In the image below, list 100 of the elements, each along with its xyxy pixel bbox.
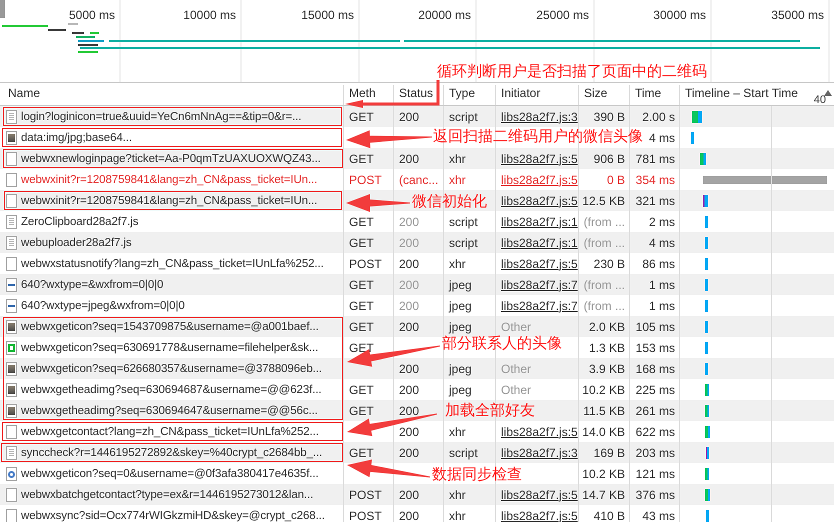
timing-bar [705,468,709,480]
method-text: GET [349,340,374,354]
column-header[interactable]: Initiator [495,85,578,105]
time-text: 321 ms [636,194,675,208]
request-name[interactable]: webwxnewloginpage?ticket=Aa-P0qmTzUAXUOXWQZ43... [21,152,321,164]
initiator-link[interactable]: libs28a2f7.js:5 [501,424,578,438]
column-header[interactable]: Time [629,85,679,105]
timing-bar [706,510,709,522]
request-name[interactable]: ZeroClipboard28a2f7.js [21,216,138,228]
size-text: 2.0 KB [588,320,625,334]
method-text: GET [349,446,374,460]
request-name[interactable]: webwxgeticon?seq=626680357&username=@3788096eb... [21,362,322,374]
initiator-link[interactable]: libs28a2f7.js:5 [501,172,578,186]
type-text: xhr [449,256,466,270]
time-text: 43 ms [642,508,675,522]
status-text: 200 [399,256,420,270]
initiator-link[interactable]: libs28a2f7.js:5 [501,152,578,166]
request-name[interactable]: webwxsync?sid=Ocx774rWIGkzmiHD&skey=@crypt_c268... [21,510,325,522]
arrow [346,194,410,212]
time-text: 1 ms [648,298,675,312]
lined-page-icon [6,236,17,250]
time-text: 2 ms [648,214,675,228]
timing-bar [705,405,709,417]
target-icon [6,466,17,480]
page-icon [6,424,17,438]
scale-label: 40 [814,94,826,106]
type-text: xhr [449,424,466,438]
initiator-link[interactable]: libs28a2f7.js:7 [501,278,578,292]
initiator-link[interactable]: libs28a2f7.js:5 [501,488,578,502]
initiator-link[interactable]: libs28a2f7.js:5 [501,194,578,208]
request-name[interactable]: webwxgetcontact?lang=zh_CN&pass_ticket=IUnLfa%252... [21,426,319,438]
tick-label: 10000 ms [183,8,236,22]
size-text: 11.5 KB [583,404,625,418]
column-header[interactable]: Type [443,85,495,105]
tick-label: 30000 ms [653,8,706,22]
timing-bar [705,216,708,228]
page-icon [6,488,17,502]
status-text: 200 [399,404,420,418]
method-text: GET [349,236,374,250]
type-text: script [449,214,478,228]
size-text: 230 B [594,256,625,270]
time-text: 1 ms [648,278,675,292]
request-name[interactable]: login?loginicon=true&uuid=YeCn6mNnAg==&tip=0&r=... [21,110,302,122]
column-header[interactable]: Status [393,85,443,105]
request-name[interactable]: webwxinit?r=1208759841&lang=zh_CN&pass_ticket=IUn... [21,194,318,206]
type-text: xhr [449,152,466,166]
annotation-text: 数据同步检查 [432,465,522,484]
method-text: GET [349,404,374,418]
size-text: 12.5 KB [582,194,625,208]
request-name[interactable]: webuploader28a2f7.js [21,236,132,248]
status-text: 200 [399,298,420,312]
time-text: 153 ms [636,340,675,354]
type-text: script [449,110,478,124]
method-text: GET [349,298,374,312]
request-name[interactable]: webwxgetheadimg?seq=630694647&username=@@56c... [21,404,318,416]
request-name[interactable]: data:img/jpg;base64... [21,132,132,144]
request-name[interactable]: 640?wxtype=jpeg&wxfrom=0|0|0 [21,300,185,312]
request-name[interactable]: 640?wxtype=&wxfrom=0|0|0 [21,278,164,290]
initiator-link[interactable]: libs28a2f7.js:5 [501,508,578,522]
column-header[interactable]: Name [0,85,343,105]
request-name[interactable]: webwxgeticon?seq=1543709875&username=@a001baef... [21,320,319,332]
request-name[interactable]: webwxgeticon?seq=630691778&username=filehelper&sk... [21,342,318,354]
tick-label: 5000 ms [68,8,115,22]
request-name[interactable]: webwxbatchgetcontact?type=ex&r=1446195273012&lan... [21,488,314,500]
status-text: 200 [399,508,420,522]
method-text: POST [349,488,382,502]
status-text: 200 [399,382,420,396]
request-name[interactable]: webwxgetheadimg?seq=630694687&username=@@623f... [21,384,322,396]
timing-bar [692,111,702,123]
status-text: 200 [399,152,420,166]
tick-label: 20000 ms [418,8,471,22]
column-header[interactable]: Size [578,85,629,105]
initiator-link[interactable]: libs28a2f7.js:1 [501,214,578,228]
timing-bar [705,321,708,333]
initiator-link[interactable]: libs28a2f7.js:7 [501,298,578,312]
page-icon [6,508,17,522]
request-name[interactable]: webwxgeticon?seq=0&username=@0f3afa380417e4635f... [21,468,319,480]
initiator-link[interactable]: libs28a2f7.js:1 [501,236,578,250]
status-text: 200 [399,278,420,292]
initiator-text: Other [501,382,532,396]
type-text: jpeg [449,298,472,312]
timing-bar [705,489,710,501]
timing-bar [705,342,708,354]
request-name[interactable]: webwxstatusnotify?lang=zh_CN&pass_ticket=IUnLfa%252... [21,258,324,270]
size-text: 10.2 KB [582,466,625,480]
request-name[interactable]: synccheck?r=1446195272892&skey=%40crypt_c2684bb_... [21,446,322,458]
annotation-text: 部分联系人的头像 [442,334,562,353]
thumbnail-icon [6,362,17,376]
size-text: 10.2 KB [582,382,625,396]
initiator-link[interactable]: libs28a2f7.js:3 [501,446,578,460]
page-icon [6,172,17,186]
request-name[interactable]: webwxinit?r=1208759841&lang=zh_CN&pass_ticket=IUn... [21,174,318,186]
lined-page-icon [6,110,17,124]
initiator-link[interactable]: libs28a2f7.js:5 [501,256,578,270]
initiator-link[interactable]: libs28a2f7.js:3 [501,110,578,124]
time-text: 354 ms [636,172,675,186]
timing-bar [705,279,708,291]
scrollbar-thumb[interactable] [0,0,5,18]
thumbnail-icon [6,382,17,396]
tick-label: 35000 ms [771,8,824,22]
